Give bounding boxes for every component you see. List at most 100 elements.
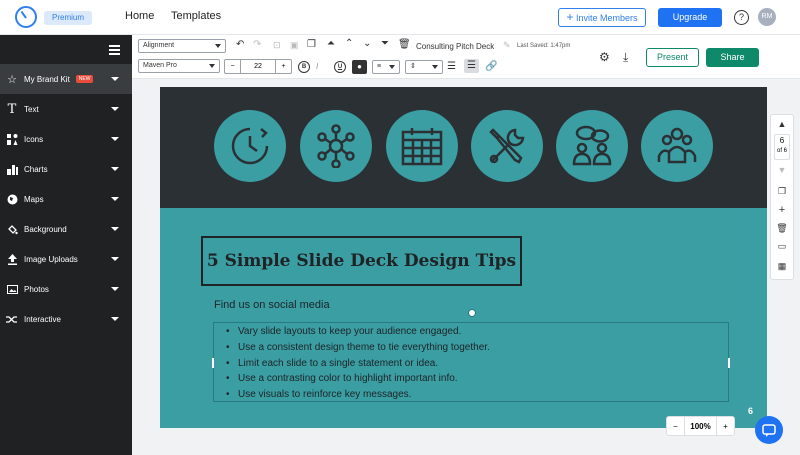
photo-icon xyxy=(6,283,18,295)
help-icon[interactable]: ? xyxy=(734,10,749,25)
font-select[interactable]: Maven Pro xyxy=(138,59,220,73)
invite-members-button[interactable]: + Invite Members xyxy=(558,8,646,27)
increase-size-button[interactable]: + xyxy=(275,60,291,73)
decrease-size-button[interactable]: − xyxy=(225,60,241,73)
link-icon[interactable]: 🔗 xyxy=(485,61,497,73)
send-to-back-icon[interactable]: ⏷ xyxy=(381,38,389,50)
rotate-handle[interactable] xyxy=(468,309,476,317)
list-item[interactable]: Use visuals to reinforce key messages. xyxy=(226,387,728,403)
align-left-icon: ≡ xyxy=(377,63,382,70)
bring-to-front-icon[interactable]: ⏶ xyxy=(327,38,335,50)
sidebar-item-maps[interactable]: Maps xyxy=(0,184,132,214)
spacing-select[interactable]: ⇕ xyxy=(405,60,443,74)
duplicate-icon[interactable]: ❐ xyxy=(307,39,316,51)
sidebar-item-interactive[interactable]: Interactive xyxy=(0,304,132,334)
sidebar-item-brand-kit[interactable]: ☆ My Brand Kit NEW xyxy=(0,64,132,94)
plus-icon: + xyxy=(566,10,574,24)
zoom-in-button[interactable]: + xyxy=(716,417,734,435)
total-pages: of 6 xyxy=(776,148,787,154)
text-align-select[interactable]: ≡ xyxy=(372,60,400,74)
network-icon[interactable] xyxy=(300,110,372,182)
bullet-list-icon[interactable]: ☰ xyxy=(464,59,479,73)
list-item[interactable]: Use a consistent design theme to tie eve… xyxy=(226,340,728,356)
share-button[interactable]: Share xyxy=(706,48,759,67)
sidebar-item-photos[interactable]: Photos xyxy=(0,274,132,304)
page-down-icon[interactable]: ▼ xyxy=(771,165,793,175)
bold-button[interactable]: B xyxy=(298,61,310,73)
sidebar-item-charts[interactable]: Charts xyxy=(0,154,132,184)
slide-page-number: 6 xyxy=(747,406,753,416)
upgrade-button[interactable]: Upgrade xyxy=(658,8,722,27)
nav-home-link[interactable]: Home xyxy=(125,10,154,22)
nav-templates-link[interactable]: Templates xyxy=(171,10,221,22)
document-title[interactable]: Consulting Pitch Deck xyxy=(416,42,494,51)
underline-button[interactable]: U xyxy=(334,61,346,73)
sidebar-item-background[interactable]: Background xyxy=(0,214,132,244)
slide-title[interactable]: 5 Simple Slide Deck Design Tips xyxy=(207,251,516,271)
trash-icon[interactable]: 🗑 xyxy=(398,39,411,51)
page-indicator[interactable]: 6 of 6 xyxy=(774,134,790,160)
spacing-icon: ⇕ xyxy=(410,63,416,70)
send-backward-icon[interactable]: ⌄ xyxy=(363,38,371,50)
sidebar-item-icons[interactable]: Icons xyxy=(0,124,132,154)
discussion-icon[interactable] xyxy=(556,110,628,182)
menu-icon[interactable] xyxy=(109,44,120,55)
download-icon[interactable]: ⤓ xyxy=(623,51,628,63)
sidebar: ☆ My Brand Kit NEW T Text Icons Charts M… xyxy=(0,35,132,455)
text-color-button[interactable]: ● xyxy=(352,60,367,74)
paint-bucket-icon xyxy=(6,223,18,235)
bring-forward-icon[interactable]: ⌃ xyxy=(345,38,353,50)
numbered-list-icon[interactable]: ☰ xyxy=(447,61,456,73)
group-icon[interactable]: ▣ xyxy=(290,39,299,51)
social-heading[interactable]: Find us on social media xyxy=(214,299,330,311)
comment-icon[interactable]: ▭ xyxy=(771,241,793,252)
sidebar-header xyxy=(0,35,132,64)
settings-icon[interactable]: ⚙ xyxy=(599,51,610,63)
chevron-down-icon xyxy=(111,197,119,201)
italic-icon[interactable]: I xyxy=(316,61,318,73)
grid-view-icon[interactable]: ▦ xyxy=(771,261,793,272)
zoom-control: − 100% + xyxy=(666,416,735,436)
logo-icon[interactable] xyxy=(15,6,37,28)
last-saved-text: Last Saved: 1:47pm xyxy=(517,43,571,49)
zoom-out-button[interactable]: − xyxy=(667,417,685,435)
slide[interactable]: 5 Simple Slide Deck Design Tips Find us … xyxy=(160,87,767,428)
list-item[interactable]: Use a contrasting color to highlight imp… xyxy=(226,371,728,387)
new-badge: NEW xyxy=(75,75,94,83)
edit-icon[interactable]: ✎ xyxy=(503,39,511,51)
chat-button[interactable] xyxy=(755,416,783,444)
sidebar-item-label: Maps xyxy=(24,194,44,204)
present-button[interactable]: Present xyxy=(646,48,699,67)
team-icon[interactable] xyxy=(641,110,713,182)
avatar[interactable]: RM xyxy=(758,8,776,26)
add-page-icon[interactable]: + xyxy=(771,204,793,216)
sidebar-item-label: My Brand Kit xyxy=(24,74,70,84)
zoom-level[interactable]: 100% xyxy=(685,417,716,435)
clock-icon[interactable] xyxy=(214,110,286,182)
resize-handle-left[interactable] xyxy=(212,358,214,368)
page-up-icon[interactable]: ▲ xyxy=(771,119,793,129)
slide-title-box[interactable]: 5 Simple Slide Deck Design Tips xyxy=(201,236,522,286)
chevron-down-icon xyxy=(111,77,119,81)
sidebar-item-text[interactable]: T Text xyxy=(0,94,132,124)
sidebar-item-image-uploads[interactable]: Image Uploads xyxy=(0,244,132,274)
redo-icon[interactable]: ↷ xyxy=(253,39,261,51)
upload-icon xyxy=(6,253,18,265)
tools-icon[interactable] xyxy=(471,110,543,182)
undo-icon[interactable]: ↶ xyxy=(236,39,244,51)
tips-list: Vary slide layouts to keep your audience… xyxy=(214,323,728,403)
list-item[interactable]: Limit each slide to a single statement o… xyxy=(226,356,728,372)
alignment-select[interactable]: Alignment xyxy=(138,39,226,53)
resize-handle-right[interactable] xyxy=(728,358,730,368)
calendar-icon[interactable] xyxy=(386,110,458,182)
list-item[interactable]: Vary slide layouts to keep your audience… xyxy=(226,324,728,340)
shuffle-icon xyxy=(6,313,18,325)
font-size-input[interactable]: 22 xyxy=(241,60,275,73)
chevron-down-icon xyxy=(111,227,119,231)
copy-page-icon[interactable]: ❐ xyxy=(771,186,793,197)
delete-page-icon[interactable]: 🗑 xyxy=(771,223,793,234)
tips-text-box[interactable]: Vary slide layouts to keep your audience… xyxy=(212,322,730,403)
icons-icon xyxy=(6,133,18,145)
crop-icon[interactable]: ⊡ xyxy=(273,39,281,51)
sidebar-item-label: Image Uploads xyxy=(24,254,78,264)
